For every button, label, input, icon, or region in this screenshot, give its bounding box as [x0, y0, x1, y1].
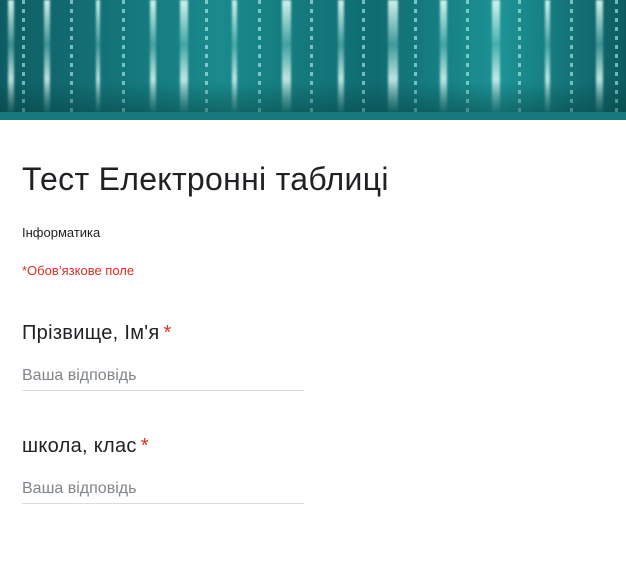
answer-input-surname-name[interactable] [22, 366, 304, 391]
theme-accent-bar [0, 112, 626, 120]
question-label: Прізвище, Ім'я [22, 322, 160, 344]
question-surname-name: Прізвище, Ім'я * [22, 320, 604, 391]
answer-input-school-class[interactable] [22, 479, 304, 504]
required-asterisk: * [163, 322, 172, 344]
question-title: Прізвище, Ім'я * [22, 320, 604, 346]
question-title: школа, клас * [22, 433, 604, 459]
header-banner-image [0, 0, 626, 112]
form-content: Тест Електронні таблиці Інформатика *Обо… [0, 160, 626, 504]
form-description: Інформатика [22, 225, 101, 240]
question-label: школа, клас [22, 435, 137, 457]
required-field-note: *Обов’язкове поле [22, 263, 135, 278]
question-school-class: школа, клас * [22, 433, 604, 504]
required-asterisk: * [140, 435, 149, 457]
form-title: Тест Електронні таблиці [22, 161, 389, 197]
